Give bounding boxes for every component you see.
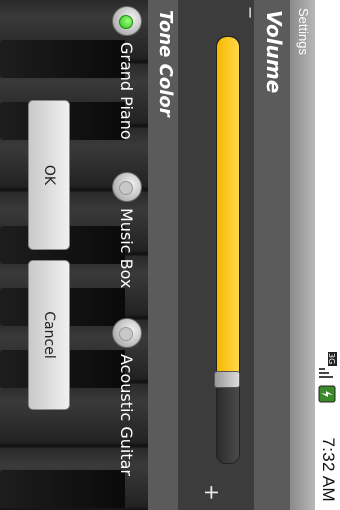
volume-slider[interactable] [214, 36, 240, 464]
tone-option-label: Acoustic Guitar [117, 354, 136, 476]
ok-button[interactable]: OK [28, 100, 70, 250]
radio-button[interactable] [112, 172, 142, 202]
volume-slider-thumb[interactable] [214, 371, 240, 388]
radio-indicator-icon [119, 327, 133, 341]
volume-slider-area: − + [178, 0, 260, 510]
tone-color-heading: Tone Color [155, 10, 176, 117]
battery-charging-icon [318, 385, 336, 403]
radio-indicator-icon [119, 15, 133, 29]
radio-indicator-icon [119, 181, 133, 195]
cancel-button[interactable]: Cancel [28, 260, 70, 410]
volume-plus-icon: + [200, 484, 224, 501]
tone-color-header: Tone Color [148, 0, 178, 510]
settings-screen: 3G 7:32 AM Settings Volume − + Tone Colo [0, 0, 340, 510]
title-bar: Settings [289, 0, 315, 510]
tone-option-label: Grand Piano [117, 42, 136, 140]
radio-button[interactable] [112, 6, 142, 36]
tone-option-grand-piano[interactable]: Grand Piano [102, 6, 142, 146]
tone-option-music-box[interactable]: Music Box [102, 172, 142, 302]
tone-option-label: Music Box [117, 208, 136, 289]
volume-slider-fill [217, 37, 239, 378]
title-text: Settings [296, 8, 311, 55]
status-bar: 3G 7:32 AM [315, 0, 340, 510]
volume-minus-icon: − [241, 6, 260, 20]
clock: 7:32 AM [319, 437, 338, 502]
tone-option-acoustic-guitar[interactable]: Acoustic Guitar [102, 318, 142, 498]
volume-heading: Volume [262, 10, 286, 94]
network-3g-icon: 3G [319, 352, 337, 378]
network-type-label: 3G [327, 353, 336, 364]
radio-button[interactable] [112, 318, 142, 348]
volume-header: Volume [254, 0, 290, 510]
